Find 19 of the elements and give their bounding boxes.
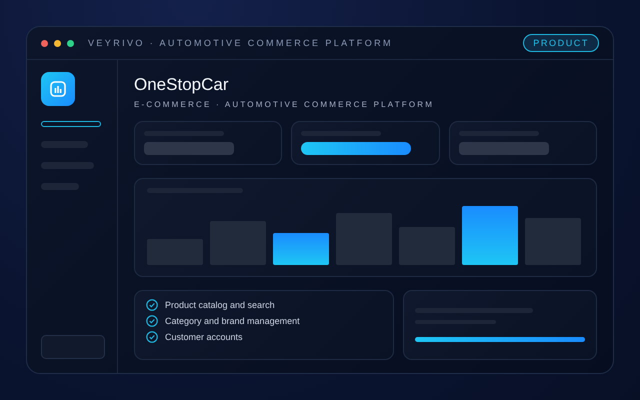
maximize-dot[interactable] [67, 40, 74, 46]
chart-bar [399, 227, 455, 265]
bar-chart-icon [49, 80, 67, 98]
close-dot[interactable] [41, 40, 48, 46]
feature-text: Category and brand management [165, 316, 300, 326]
sidebar-item[interactable] [41, 121, 101, 127]
check-circle-icon [146, 315, 158, 327]
feature-text: Product catalog and search [165, 300, 275, 310]
check-circle-icon [146, 331, 158, 343]
feature-text: Customer accounts [165, 332, 243, 342]
app-subtitle: E-COMMERCE · AUTOMOTIVE COMMERCE PLATFORM [134, 100, 436, 109]
chart-bar [525, 218, 581, 265]
app-title: OneStopCar [134, 75, 230, 95]
window-title: VEYRIVO · AUTOMOTIVE COMMERCE PLATFORM [88, 38, 394, 48]
check-circle-icon [146, 299, 158, 311]
product-badge: PRODUCT [523, 34, 599, 52]
chart-bar [462, 206, 518, 265]
chart-bar [273, 233, 329, 265]
minimize-dot[interactable] [54, 40, 61, 46]
